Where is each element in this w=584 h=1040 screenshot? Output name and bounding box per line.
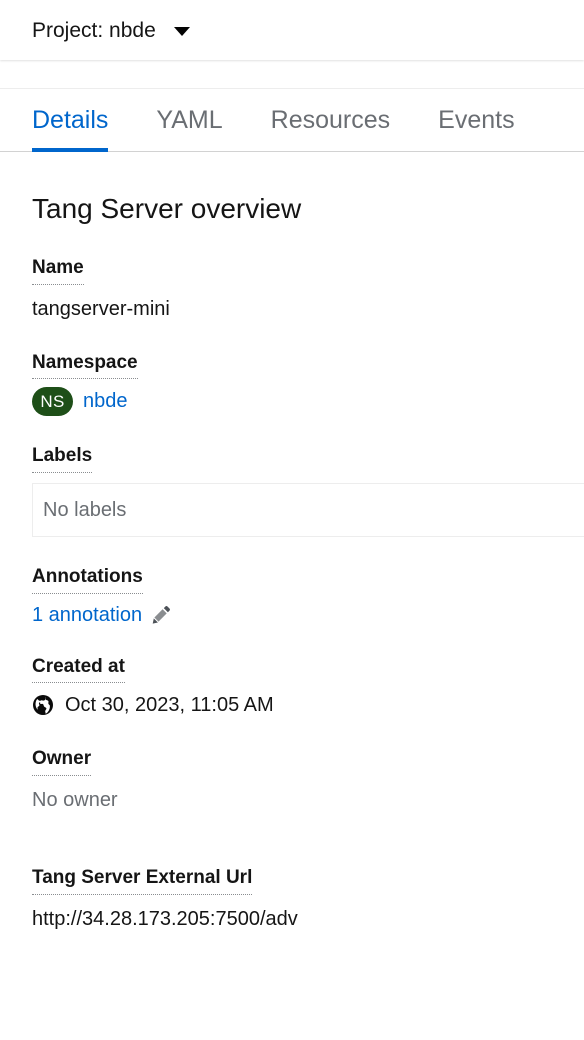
tab-details-label: Details xyxy=(32,106,109,134)
field-created-at-label[interactable]: Created at xyxy=(32,655,125,684)
labels-empty-box[interactable]: No labels xyxy=(32,483,584,538)
field-owner-value: No owner xyxy=(32,789,118,812)
tab-resources-label: Resources xyxy=(270,106,391,134)
annotations-row: 1 annotation xyxy=(32,604,584,627)
namespace-row: NS nbde xyxy=(32,387,584,417)
field-labels: Labels No labels xyxy=(0,444,584,538)
project-selector-label: Project: nbde xyxy=(32,18,156,42)
globe-icon xyxy=(32,694,54,716)
tab-events-label: Events xyxy=(438,106,515,134)
field-created-at: Created at Oct 30, 2023, 11:05 AM xyxy=(0,655,584,720)
created-at-row: Oct 30, 2023, 11:05 AM xyxy=(32,691,584,719)
field-name-label[interactable]: Name xyxy=(32,256,84,285)
project-selector-toggle[interactable]: Project: nbde xyxy=(32,0,190,60)
annotations-link[interactable]: 1 annotation xyxy=(32,604,142,627)
namespace-link[interactable]: nbde xyxy=(83,390,128,413)
field-labels-label[interactable]: Labels xyxy=(32,444,93,474)
details-content: Tang Server overview Name tangserver-min… xyxy=(0,152,584,1040)
page-title: Tang Server overview xyxy=(32,193,302,224)
field-namespace-label[interactable]: Namespace xyxy=(32,351,138,380)
tab-list: Details YAML Resources Events xyxy=(32,89,539,152)
field-name: Name tangserver-mini xyxy=(0,256,584,323)
chevron-down-icon xyxy=(173,26,190,36)
field-annotations: Annotations 1 annotation xyxy=(0,565,584,627)
field-external-url-label[interactable]: Tang Server External Url xyxy=(32,866,253,895)
field-owner-label[interactable]: Owner xyxy=(32,747,92,777)
details-field-list: Name tangserver-mini Namespace NS nbde L… xyxy=(0,256,584,961)
tab-resources[interactable]: Resources xyxy=(247,89,415,152)
field-namespace: Namespace NS nbde xyxy=(0,351,584,417)
field-external-url-value: http://34.28.173.205:7500/adv xyxy=(32,907,298,930)
tab-events[interactable]: Events xyxy=(414,89,538,152)
namespace-badge: NS xyxy=(32,387,73,417)
field-owner: Owner No owner xyxy=(0,747,584,814)
tab-bar: Details YAML Resources Events xyxy=(0,88,584,152)
pencil-icon[interactable] xyxy=(151,605,171,625)
created-at-value: Oct 30, 2023, 11:05 AM xyxy=(65,694,274,717)
field-external-url: Tang Server External Url http://34.28.17… xyxy=(0,866,584,933)
field-name-value: tangserver-mini xyxy=(32,297,170,320)
tab-yaml[interactable]: YAML xyxy=(132,89,246,152)
tab-details[interactable]: Details xyxy=(32,89,132,152)
tab-yaml-label: YAML xyxy=(156,106,223,134)
labels-empty-text: No labels xyxy=(43,498,127,521)
field-annotations-label[interactable]: Annotations xyxy=(32,565,143,594)
project-selector-bar: Project: nbde xyxy=(0,0,584,60)
